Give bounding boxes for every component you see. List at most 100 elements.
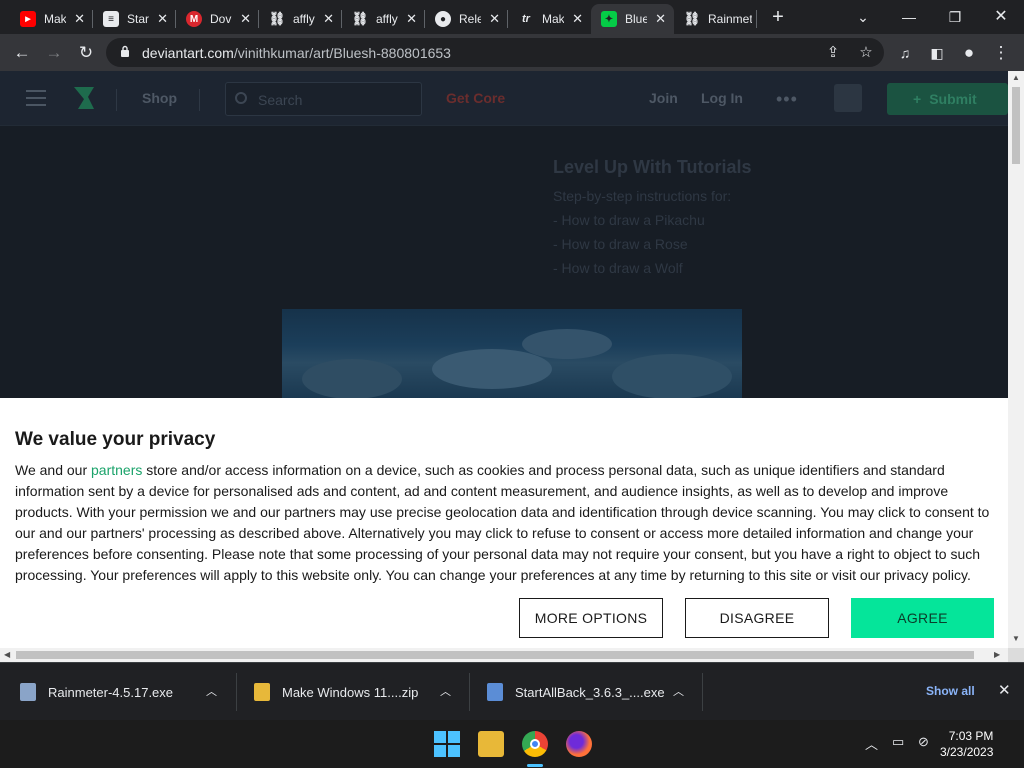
back-arrow-icon[interactable]: ← [9, 40, 35, 66]
close-tab-icon[interactable]: ✕ [157, 11, 168, 27]
side-panel-icon[interactable]: ◧ [924, 40, 950, 66]
windows-start-icon[interactable] [434, 731, 460, 757]
download-separator [236, 673, 237, 711]
address-bar[interactable]: deviantart.com/vinithkumar/art/Bluesh-88… [106, 38, 884, 67]
chevron-up-icon[interactable]: ︿ [440, 683, 451, 699]
download-item[interactable]: Rainmeter-4.5.17.exe ︿ [20, 663, 235, 721]
close-download-bar-icon[interactable]: ✕ [998, 681, 1011, 699]
browser-tab[interactable]: tr Mak ✕ [508, 4, 591, 34]
forward-arrow-icon[interactable]: → [41, 40, 67, 66]
browser-tab[interactable]: ⛓ affly ✕ [342, 4, 425, 34]
minimize-button[interactable]: — [886, 4, 932, 30]
partners-link[interactable]: partners [91, 462, 142, 478]
tab-search-chevron-icon[interactable]: ⌄ [840, 4, 886, 30]
firefox-icon[interactable] [566, 731, 592, 757]
restore-button[interactable]: ❐ [932, 4, 978, 30]
browser-tab[interactable]: ⛓ affly ✕ [259, 4, 342, 34]
shop-link[interactable]: Shop [142, 90, 177, 106]
privacy-consent-dialog: We value your privacy We and our partner… [0, 398, 1008, 648]
tutorials-promo[interactable]: Level Up With Tutorials Step-by-step ins… [553, 157, 752, 280]
download-filename: Make Windows 11....zip [282, 684, 419, 700]
browser-tab[interactable]: ● Rele ✕ [425, 4, 508, 34]
download-filename: Rainmeter-4.5.17.exe [48, 684, 174, 700]
youtube-icon: ▶ [20, 11, 36, 27]
more-options-button[interactable]: MORE OPTIONS [519, 598, 663, 638]
url-text[interactable]: deviantart.com/vinithkumar/art/Bluesh-88… [142, 45, 451, 61]
document-icon: ≡ [103, 11, 119, 27]
scroll-up-arrow-icon[interactable]: ▲ [1008, 73, 1024, 82]
tab-title: Dov [210, 12, 232, 26]
browser-tab[interactable]: M Dov ✕ [176, 4, 259, 34]
tab-title: Mak [542, 12, 564, 26]
windows-taskbar: ︿ ▭ ⊘ 7:03 PM 3/23/2023 [0, 720, 1024, 768]
horizontal-scrollbar[interactable]: ◀ ▶ [0, 648, 1008, 662]
tab-title: Star [127, 12, 149, 26]
tutorial-item[interactable]: - How to draw a Pikachu [553, 208, 752, 232]
plus-icon: + [913, 91, 922, 107]
scroll-left-arrow-icon[interactable]: ◀ [4, 648, 10, 662]
new-tab-button[interactable]: + [767, 6, 789, 28]
disagree-button[interactable]: DISAGREE [685, 598, 829, 638]
submit-button[interactable]: + Submit [887, 83, 1008, 115]
close-tab-icon[interactable]: ✕ [572, 11, 583, 27]
chrome-center-icon [530, 739, 540, 749]
tab-title: Mak [44, 12, 66, 26]
reload-icon[interactable]: ↻ [73, 40, 99, 66]
close-window-button[interactable]: ✕ [978, 4, 1024, 30]
close-tab-icon[interactable]: ✕ [406, 11, 417, 27]
network-icon[interactable]: ▭ [892, 734, 904, 750]
browser-tab-active[interactable]: ✦ Blue ✕ [591, 4, 674, 34]
show-all-downloads-link[interactable]: Show all [926, 684, 975, 698]
volume-muted-icon[interactable]: ⊘ [918, 734, 929, 750]
tutorial-item[interactable]: - How to draw a Wolf [553, 256, 752, 280]
chevron-up-icon[interactable]: ︿ [673, 683, 684, 699]
download-item[interactable]: StartAllBack_3.6.3_....exe ︿ [487, 663, 702, 721]
join-link[interactable]: Join [649, 90, 678, 106]
scroll-right-arrow-icon[interactable]: ▶ [994, 648, 1000, 662]
deviantart-logo[interactable] [74, 87, 94, 109]
file-explorer-icon[interactable] [478, 731, 504, 757]
tray-chevron-up-icon[interactable]: ︿ [865, 734, 878, 753]
nav-divider [116, 89, 117, 111]
close-tab-icon[interactable]: ✕ [489, 11, 500, 27]
chrome-menu-icon[interactable]: ⋮ [988, 40, 1014, 66]
close-tab-icon[interactable]: ✕ [323, 11, 334, 27]
profile-icon[interactable]: ● [956, 40, 982, 66]
scrollbar-thumb[interactable] [16, 651, 974, 659]
hamburger-menu-icon[interactable] [26, 90, 46, 106]
close-tab-icon[interactable]: ✕ [240, 11, 251, 27]
zip-folder-icon [254, 683, 270, 701]
scrollbar-corner [1008, 648, 1024, 662]
close-tab-icon[interactable]: ✕ [74, 11, 85, 27]
lock-icon[interactable] [120, 45, 130, 57]
more-options-icon[interactable]: ••• [776, 89, 798, 110]
vertical-scrollbar[interactable]: ▲ ▼ [1008, 71, 1024, 648]
agree-button[interactable]: AGREE [851, 598, 994, 638]
url-path: /vinithkumar/art/Bluesh-880801653 [233, 45, 451, 61]
tutorials-heading: Level Up With Tutorials [553, 157, 752, 177]
tab-title: affly [293, 12, 315, 26]
avatar[interactable] [834, 84, 862, 112]
system-clock[interactable]: 7:03 PM 3/23/2023 [940, 728, 993, 760]
browser-tab[interactable]: ≡ Star ✕ [93, 4, 176, 34]
artwork-image[interactable] [282, 309, 742, 399]
download-item[interactable]: Make Windows 11....zip ︿ [254, 663, 469, 721]
login-link[interactable]: Log In [701, 90, 743, 106]
chevron-up-icon[interactable]: ︿ [206, 683, 217, 699]
tab-separator [756, 10, 757, 28]
tutorial-item[interactable]: - How to draw a Rose [553, 232, 752, 256]
close-tab-icon[interactable]: ✕ [655, 11, 666, 27]
browser-tab[interactable]: ⛓ Rainmet [674, 4, 756, 34]
get-core-link[interactable]: Get Core [446, 90, 505, 106]
media-control-icon[interactable]: ♫ [892, 40, 918, 66]
site-search-input[interactable]: Search [225, 82, 422, 116]
scroll-down-arrow-icon[interactable]: ▼ [1008, 634, 1024, 643]
download-separator [702, 673, 703, 711]
chrome-icon[interactable] [522, 731, 548, 757]
bookmark-star-icon[interactable]: ☆ [856, 43, 876, 63]
installer-file-icon [20, 683, 36, 701]
scrollbar-thumb[interactable] [1012, 87, 1020, 164]
share-icon[interactable]: ⇪ [823, 43, 843, 63]
browser-tab[interactable]: ▶ Mak ✕ [10, 4, 93, 34]
mega-icon: M [186, 11, 202, 27]
